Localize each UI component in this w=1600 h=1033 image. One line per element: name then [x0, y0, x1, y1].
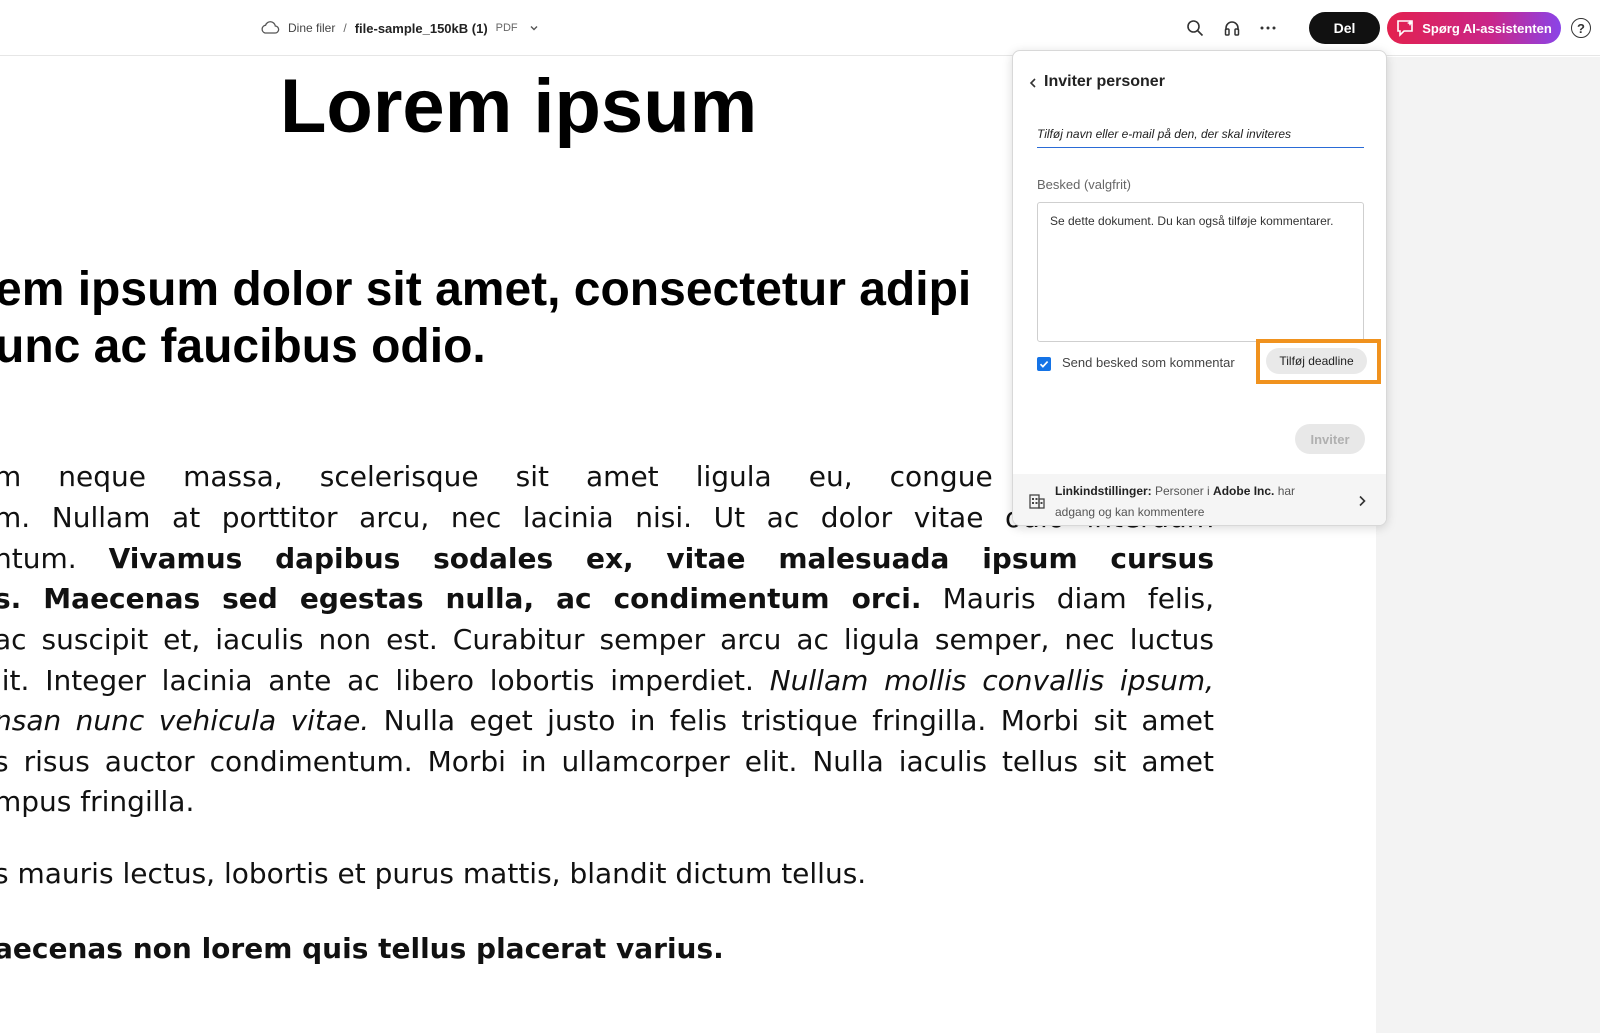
paragraph-line: s mauris lectus, lobortis et purus matti…: [0, 857, 867, 890]
chevron-down-icon[interactable]: [528, 22, 540, 34]
link-settings-text: Linkindstillinger: Personer i Adobe Inc.…: [1055, 484, 1296, 519]
checkmark-icon: [1039, 361, 1049, 368]
bold-line: aecenas non lorem quis tellus placerat v…: [0, 932, 724, 965]
paragraph-line: ac suscipit et, iaculis non est. Curabit…: [0, 623, 1214, 656]
search-icon[interactable]: [1183, 16, 1207, 40]
link-settings-row[interactable]: Linkindstillinger: Personer i Adobe Inc.…: [1013, 474, 1386, 525]
message-textarea[interactable]: Se dette dokument. Du kan også tilføje k…: [1037, 202, 1364, 342]
panel-title: Inviter personer: [1044, 73, 1165, 90]
paragraph-line: s risus auctor condimentum. Morbi in ull…: [0, 745, 1214, 778]
ai-chat-icon: [1397, 20, 1414, 37]
invite-email-input[interactable]: [1037, 120, 1364, 148]
ai-assistant-label: Spørg AI-assistenten: [1422, 20, 1552, 36]
paragraph-line: lit. Integer lacinia ante ac libero lobo…: [0, 664, 1214, 697]
ai-assistant-button[interactable]: Spørg AI-assistenten: [1387, 12, 1561, 44]
document-gutter: [1376, 57, 1600, 1033]
add-deadline-button[interactable]: Tilføj deadline: [1266, 348, 1367, 374]
document-subheading-line-2: unc ac faucibus odio.: [0, 320, 486, 373]
cloud-icon: [261, 21, 280, 34]
send-as-comment-checkbox[interactable]: [1037, 357, 1051, 371]
message-label: Besked (valgfrit): [1037, 177, 1131, 192]
document-subheading-line-1: em ipsum dolor sit amet, consectetur adi…: [0, 263, 972, 316]
paragraph-line: ntum. Vivamus dapibus sodales ex, vitae …: [0, 542, 1215, 575]
invite-people-panel: Inviter personer Besked (valgfrit) Se de…: [1012, 50, 1387, 526]
back-chevron-icon[interactable]: [1027, 77, 1039, 89]
file-name: file-sample_150kB (1): [354, 20, 488, 36]
more-icon[interactable]: [1256, 16, 1280, 40]
top-bar: Dine filer / file-sample_150kB (1) PDF D…: [0, 0, 1600, 56]
document-title: Lorem ipsum: [280, 64, 758, 149]
file-type-badge: PDF: [495, 22, 518, 34]
paragraph-line: mpus fringilla.: [0, 785, 195, 818]
breadcrumb-root[interactable]: Dine filer: [288, 21, 335, 35]
breadcrumb: Dine filer / file-sample_150kB (1) PDF: [260, 18, 540, 38]
share-button[interactable]: Del: [1309, 12, 1380, 44]
building-icon: [1029, 494, 1045, 509]
chevron-right-icon: [1359, 495, 1366, 507]
invite-button[interactable]: Inviter: [1295, 424, 1365, 454]
paragraph-line: nsan nunc vehicula vitae. Nulla eget jus…: [0, 704, 1214, 737]
headphones-icon[interactable]: [1220, 16, 1244, 40]
paragraph-line: s. Maecenas sed egestas nulla, ac condim…: [0, 582, 1214, 615]
breadcrumb-separator: /: [343, 21, 347, 35]
help-icon[interactable]: ?: [1571, 18, 1591, 38]
send-as-comment-label: Send besked som kommentar: [1062, 355, 1235, 370]
